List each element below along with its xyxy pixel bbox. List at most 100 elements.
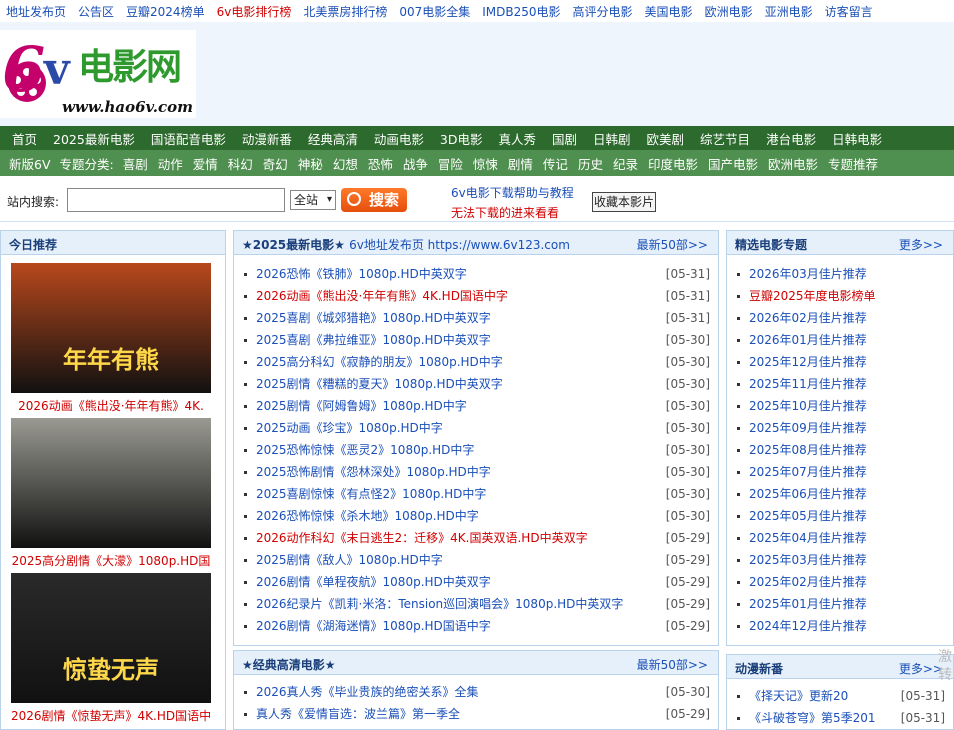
nav-item[interactable]: 动漫新番	[234, 129, 300, 148]
item-link[interactable]: 2025年05月佳片推荐	[749, 509, 867, 523]
latest-subtitle[interactable]: 6v地址发布页 https://www.6v123.com	[349, 238, 570, 252]
item-link[interactable]: 2025年11月佳片推荐	[749, 377, 867, 391]
category-item[interactable]: 动作	[153, 154, 188, 173]
nav-item[interactable]: 首页	[4, 129, 45, 148]
download-trouble-link[interactable]: 无法下载的进来看看	[451, 204, 559, 221]
anime-more-link[interactable]: 更多>>	[899, 660, 943, 677]
item-link[interactable]: 《择天记》更新20	[749, 689, 848, 703]
poster-image[interactable]	[11, 418, 211, 548]
item-link[interactable]: 2025恐怖剧情《怨林深处》1080p.HD中字	[256, 465, 491, 479]
category-item[interactable]: 幻想	[328, 154, 363, 173]
item-link[interactable]: 2026真人秀《毕业贵族的绝密关系》全集	[256, 685, 479, 699]
top-link[interactable]: 欧洲电影	[699, 3, 759, 20]
search-scope-select[interactable]: 全站	[290, 190, 336, 210]
category-item[interactable]: 国产电影	[703, 154, 763, 173]
item-link[interactable]: 2026动画《熊出没·年年有熊》4K.HD国语中字	[256, 289, 508, 303]
poster-image[interactable]: 年年有熊	[11, 263, 211, 393]
category-item[interactable]: 印度电影	[643, 154, 703, 173]
item-link[interactable]: 2025剧情《阿姆鲁姆》1080p.HD中字	[256, 399, 467, 413]
item-link[interactable]: 2026动作科幻《末日逃生2：迁移》4K.国英双语.HD中英双字	[256, 531, 588, 545]
classic-more-link[interactable]: 最新50部>>	[637, 656, 708, 673]
item-link[interactable]: 《斗破苍穹》第5季201	[749, 711, 876, 725]
nav-item[interactable]: 日韩电影	[824, 129, 890, 148]
top-link[interactable]: IMDB250电影	[476, 3, 566, 20]
search-button[interactable]: 搜索	[341, 188, 407, 212]
category-item[interactable]: 欧洲电影	[763, 154, 823, 173]
item-link[interactable]: 2025年03月佳片推荐	[749, 553, 867, 567]
nav-item[interactable]: 动画电影	[366, 129, 432, 148]
top-link[interactable]: 访客留言	[819, 3, 879, 20]
item-link[interactable]: 2025动画《珍宝》1080p.HD中字	[256, 421, 443, 435]
top-link[interactable]: 高评分电影	[567, 3, 639, 20]
item-link[interactable]: 2025年02月佳片推荐	[749, 575, 867, 589]
nav-item[interactable]: 经典高清	[300, 129, 366, 148]
item-link[interactable]: 2025年12月佳片推荐	[749, 355, 867, 369]
top-link[interactable]: 美国电影	[639, 3, 699, 20]
category-item[interactable]: 剧情	[503, 154, 538, 173]
category-item[interactable]: 惊悚	[468, 154, 503, 173]
item-link[interactable]: 2025高分科幻《寂静的朋友》1080p.HD中字	[256, 355, 503, 369]
nav-item[interactable]: 综艺节目	[692, 129, 758, 148]
category-item[interactable]: 传记	[538, 154, 573, 173]
item-link[interactable]: 豆瓣2025年度电影榜单	[749, 289, 876, 303]
top-link[interactable]: 地址发布页	[0, 3, 72, 20]
favorite-button[interactable]: 收藏本影片	[592, 192, 656, 212]
item-link[interactable]: 2025喜剧《城郊猎艳》1080p.HD中英双字	[256, 311, 491, 325]
category-item[interactable]: 战争	[398, 154, 433, 173]
poster-card[interactable]: 惊蛰无声 2026剧情《惊蛰无声》4K.HD国语中	[11, 573, 211, 724]
item-link[interactable]: 2025年07月佳片推荐	[749, 465, 867, 479]
item-link[interactable]: 2025年01月佳片推荐	[749, 597, 867, 611]
item-link[interactable]: 2025年08月佳片推荐	[749, 443, 867, 457]
nav-item[interactable]: 港台电影	[758, 129, 824, 148]
item-link[interactable]: 2026年03月佳片推荐	[749, 267, 867, 281]
top-link[interactable]: 007电影全集	[393, 3, 476, 20]
category-item[interactable]: 神秘	[293, 154, 328, 173]
category-item[interactable]: 专题推荐	[823, 154, 883, 173]
nav-item[interactable]: 真人秀	[490, 129, 544, 148]
category-item[interactable]: 奇幻	[258, 154, 293, 173]
item-link[interactable]: 2026纪录片《凯莉·米洛：Tension巡回演唱会》1080p.HD中英双字	[256, 597, 623, 611]
item-link[interactable]: 2025年04月佳片推荐	[749, 531, 867, 545]
item-link[interactable]: 2025喜剧《弗拉维亚》1080p.HD中英双字	[256, 333, 491, 347]
poster-card[interactable]: 2025高分剧情《大濛》1080p.HD国	[11, 418, 211, 569]
item-link[interactable]: 2026剧情《单程夜航》1080p.HD中英双字	[256, 575, 491, 589]
category-item[interactable]: 历史	[573, 154, 608, 173]
item-link[interactable]: 2025喜剧惊悚《有点怪2》1080p.HD中字	[256, 487, 486, 501]
item-link[interactable]: 2026年01月佳片推荐	[749, 333, 867, 347]
nav-sub-label[interactable]: 新版6V	[4, 154, 55, 173]
item-link[interactable]: 2025剧情《敌人》1080p.HD中字	[256, 553, 443, 567]
item-link[interactable]: 2025恐怖惊悚《恶灵2》1080p.HD中字	[256, 443, 474, 457]
top-link[interactable]: 6v电影排行榜	[211, 3, 298, 20]
item-link[interactable]: 2025年09月佳片推荐	[749, 421, 867, 435]
topics-more-link[interactable]: 更多>>	[899, 236, 943, 253]
nav-item[interactable]: 国语配音电影	[143, 129, 234, 148]
category-item[interactable]: 爱情	[188, 154, 223, 173]
nav-item[interactable]: 国剧	[544, 129, 585, 148]
item-link[interactable]: 真人秀《爱情盲选：波兰篇》第一季全	[256, 707, 460, 721]
poster-caption[interactable]: 2026剧情《惊蛰无声》4K.HD国语中	[11, 707, 211, 724]
top-link[interactable]: 公告区	[72, 3, 120, 20]
item-link[interactable]: 2026恐怖《铁肺》1080p.HD中英双字	[256, 267, 467, 281]
item-link[interactable]: 2024年12月佳片推荐	[749, 619, 867, 633]
search-input[interactable]	[67, 188, 285, 212]
latest-more-link[interactable]: 最新50部>>	[637, 236, 708, 253]
poster-image[interactable]: 惊蛰无声	[11, 573, 211, 703]
nav-item[interactable]: 欧美剧	[639, 129, 693, 148]
category-item[interactable]: 喜剧	[118, 154, 153, 173]
top-link[interactable]: 北美票房排行榜	[297, 3, 393, 20]
item-link[interactable]: 2025年06月佳片推荐	[749, 487, 867, 501]
download-help-link[interactable]: 6v电影下载帮助与教程	[451, 184, 574, 201]
poster-caption[interactable]: 2025高分剧情《大濛》1080p.HD国	[11, 552, 211, 569]
category-item[interactable]: 科幻	[223, 154, 258, 173]
category-item[interactable]: 冒险	[433, 154, 468, 173]
site-logo[interactable]: 6 v 电影网 www.hao6v.com	[0, 30, 196, 118]
nav-item[interactable]: 2025最新电影	[45, 129, 143, 148]
item-link[interactable]: 2026年02月佳片推荐	[749, 311, 867, 325]
item-link[interactable]: 2026剧情《湖海迷情》1080p.HD国语中字	[256, 619, 491, 633]
poster-card[interactable]: 年年有熊 2026动画《熊出没·年年有熊》4K.	[11, 263, 211, 414]
item-link[interactable]: 2025剧情《糟糕的夏天》1080p.HD中英双字	[256, 377, 503, 391]
nav-item[interactable]: 3D电影	[432, 129, 491, 148]
category-item[interactable]: 恐怖	[363, 154, 398, 173]
item-link[interactable]: 2026恐怖惊悚《杀木地》1080p.HD中字	[256, 509, 479, 523]
category-item[interactable]: 纪录	[608, 154, 643, 173]
